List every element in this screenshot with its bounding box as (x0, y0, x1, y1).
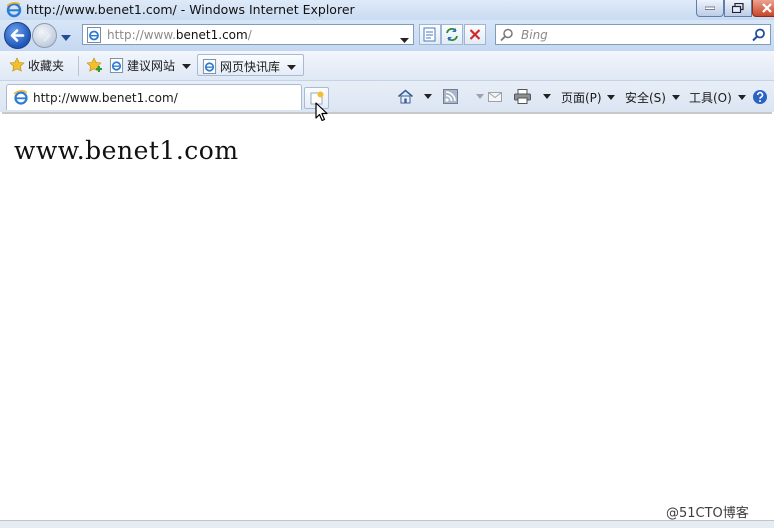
chevron-down-icon (423, 94, 432, 99)
recent-pages-dropdown[interactable] (61, 30, 71, 44)
tools-menu[interactable]: 工具(O) (689, 89, 746, 106)
chevron-down-icon (61, 35, 71, 41)
chevron-down-icon (737, 95, 746, 100)
back-button[interactable] (4, 22, 31, 49)
search-placeholder: Bing (521, 28, 548, 42)
browser-tab[interactable]: http://www.benet1.com/ (6, 84, 302, 110)
address-dropdown-button[interactable] (400, 32, 409, 46)
stop-icon (469, 29, 481, 40)
home-icon (397, 89, 414, 104)
compatibility-view-icon (423, 27, 436, 42)
minimize-button[interactable] (696, 0, 724, 17)
suggested-sites-button[interactable]: 建议网站 (109, 57, 194, 74)
chevron-down-icon (671, 95, 680, 100)
forward-button[interactable] (32, 23, 57, 48)
star-icon (9, 57, 25, 72)
print-button[interactable] (514, 89, 551, 104)
chevron-down-icon (286, 65, 296, 70)
page-content: www.benet1.com (2, 112, 772, 520)
safety-menu[interactable]: 安全(S) (625, 89, 680, 106)
read-mail-button[interactable] (488, 89, 502, 103)
minimize-icon (705, 6, 715, 10)
help-button[interactable] (752, 89, 768, 105)
chevron-down-icon (542, 94, 551, 99)
feeds-button[interactable] (443, 89, 484, 104)
navigation-bar: http://www.benet1.com/ Bing (0, 20, 774, 51)
printer-icon (514, 89, 531, 104)
ie-logo-icon (13, 90, 28, 105)
ie-page-icon (109, 58, 124, 73)
close-button[interactable] (752, 0, 774, 17)
add-to-favorites-bar-button[interactable] (86, 57, 107, 73)
compatibility-view-button[interactable] (419, 24, 441, 45)
refresh-button[interactable] (441, 24, 463, 45)
search-box[interactable]: Bing (495, 24, 771, 45)
tab-and-command-bar: http://www.benet1.com/ 页面(P) 安全(S) 工具(O) (0, 81, 774, 112)
search-icon[interactable] (752, 28, 766, 45)
search-provider-icon (500, 28, 514, 45)
arrow-left-icon (10, 29, 25, 42)
suggested-sites-label: 建议网站 (127, 59, 176, 73)
close-icon (762, 3, 772, 13)
stop-button[interactable] (464, 24, 486, 45)
web-slice-gallery-button[interactable]: 网页快讯库 (197, 54, 304, 76)
page-menu-label: 页面(P) (561, 91, 602, 105)
home-button[interactable] (397, 89, 432, 104)
restore-button[interactable] (724, 0, 752, 17)
toolbar-divider (78, 56, 79, 76)
favorites-label: 收藏夹 (28, 59, 65, 73)
refresh-icon (446, 28, 458, 41)
watermark: @51CTO博客 (666, 506, 749, 521)
rss-feed-icon (443, 89, 458, 104)
tools-menu-label: 工具(O) (689, 91, 732, 105)
chevron-down-icon (181, 64, 191, 69)
chevron-down-icon (607, 95, 616, 100)
ie-logo-icon (6, 2, 22, 21)
ie-page-icon (86, 27, 102, 46)
add-favorite-star-icon (86, 57, 102, 72)
mouse-cursor-icon (315, 102, 328, 122)
title-bar: http://www.benet1.com/ - Windows Interne… (0, 0, 774, 20)
address-url: http://www.benet1.com/ (107, 28, 252, 42)
window-bottom-edge (0, 520, 774, 528)
tab-title: http://www.benet1.com/ (33, 91, 178, 105)
safety-menu-label: 安全(S) (625, 91, 666, 105)
web-slice-gallery-label: 网页快讯库 (220, 60, 281, 74)
mail-icon (488, 92, 502, 102)
page-menu[interactable]: 页面(P) (561, 89, 616, 106)
favorites-button[interactable]: 收藏夹 (9, 57, 64, 74)
ie-page-icon (202, 59, 217, 74)
arrow-right-icon (37, 29, 51, 42)
favorites-bar: 收藏夹 建议网站 网页快讯库 (0, 51, 774, 81)
chevron-down-icon (475, 94, 484, 99)
page-body-text: www.benet1.com (14, 136, 239, 165)
window-title: http://www.benet1.com/ - Windows Interne… (26, 2, 355, 17)
restore-icon (732, 3, 744, 13)
chevron-down-icon (400, 38, 409, 43)
help-icon (753, 90, 767, 104)
address-bar[interactable]: http://www.benet1.com/ (82, 24, 414, 45)
